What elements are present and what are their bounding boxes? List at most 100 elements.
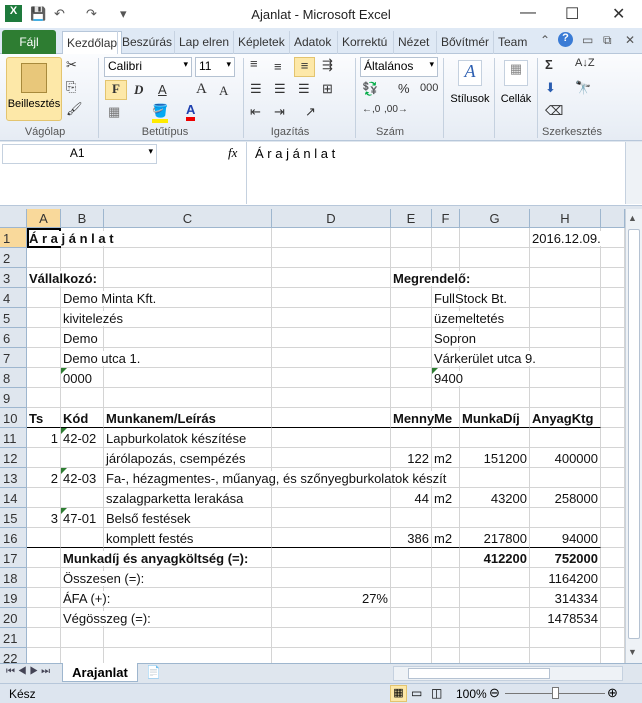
column-header-D[interactable]: D — [272, 209, 391, 228]
empty-cell[interactable] — [61, 628, 104, 648]
row-header[interactable]: 2 — [0, 248, 27, 268]
clear-icon[interactable]: ⌫ — [545, 103, 563, 119]
empty-cell[interactable] — [530, 428, 601, 448]
row-header[interactable]: 16 — [0, 528, 27, 548]
cell-H17[interactable]: 752000 — [530, 548, 601, 568]
empty-cell[interactable] — [27, 288, 61, 308]
page-break-view-icon[interactable]: ◫ — [431, 686, 442, 700]
grow-font-button[interactable]: A — [196, 81, 207, 98]
empty-cell[interactable] — [391, 388, 432, 408]
empty-cell[interactable] — [272, 348, 391, 368]
empty-cell[interactable] — [272, 228, 391, 248]
collapse-ribbon-icon[interactable]: ⌃ — [540, 33, 550, 47]
cell-E14[interactable]: 44 — [391, 488, 432, 508]
cell-E12[interactable]: 122 — [391, 448, 432, 468]
empty-cell[interactable] — [601, 368, 625, 388]
find-select-icon[interactable]: 🔭 — [575, 80, 591, 96]
cell-B19[interactable]: ÁFA (+): — [61, 588, 113, 608]
empty-cell[interactable] — [460, 228, 530, 248]
empty-cell[interactable] — [27, 548, 61, 568]
underline-button[interactable]: A — [158, 82, 167, 97]
vertical-scrollbar[interactable]: ▲ ▼ — [625, 209, 642, 663]
empty-cell[interactable] — [272, 528, 391, 548]
cell-C14[interactable]: szalagparketta lerakása — [104, 488, 272, 508]
empty-cell[interactable] — [391, 588, 432, 608]
empty-cell[interactable] — [432, 388, 460, 408]
sheet-nav-icons[interactable]: ⏮ ◀ ▶ ⏭ — [6, 666, 50, 677]
font-name-select[interactable]: Calibri ▾ — [104, 57, 192, 77]
column-header-F[interactable]: F — [432, 209, 460, 228]
empty-cell[interactable] — [104, 388, 272, 408]
empty-cell[interactable] — [530, 308, 601, 328]
cell-A10[interactable]: Ts — [27, 408, 61, 428]
sheet-tab-arajanlat[interactable]: Arajanlat — [62, 663, 138, 682]
page-layout-view-icon[interactable]: ▭ — [411, 686, 422, 700]
fill-icon[interactable]: ⬇ — [545, 80, 556, 96]
cell-B8[interactable]: 0000 — [61, 368, 104, 388]
empty-cell[interactable] — [460, 428, 530, 448]
cells-button[interactable]: ▦ Cellák — [496, 57, 536, 127]
empty-cell[interactable] — [391, 608, 432, 628]
empty-cell[interactable] — [61, 528, 104, 548]
empty-cell[interactable] — [601, 568, 625, 588]
empty-cell[interactable] — [104, 308, 272, 328]
cell-E10[interactable]: Menny — [391, 408, 437, 428]
tab-home[interactable]: Kezdőlap — [62, 31, 123, 54]
cell-B5[interactable]: kivitelezés — [61, 308, 125, 328]
row-header[interactable]: 13 — [0, 468, 27, 488]
column-header-A[interactable]: A — [27, 209, 61, 228]
row-header[interactable]: 12 — [0, 448, 27, 468]
cell-C12[interactable]: járólapozás, csempézés — [104, 448, 272, 468]
new-sheet-icon[interactable]: 📄 — [146, 665, 161, 679]
shrink-font-button[interactable]: A — [219, 83, 228, 99]
empty-cell[interactable] — [391, 508, 432, 528]
workbook-close-icon[interactable]: ✕ — [625, 33, 635, 47]
cell-H16[interactable]: 94000 — [530, 528, 601, 548]
format-painter-icon[interactable]: 🖌 — [66, 101, 83, 117]
font-size-select[interactable]: 11 ▾ — [195, 57, 235, 77]
cell-B13[interactable]: 42-03 — [61, 468, 104, 488]
decrease-indent-icon[interactable]: ⇤ — [250, 104, 261, 120]
empty-cell[interactable] — [601, 548, 625, 568]
empty-cell[interactable] — [272, 388, 391, 408]
cell-B18[interactable]: Összesen (=): — [61, 568, 147, 588]
empty-cell[interactable] — [104, 228, 272, 248]
empty-cell[interactable] — [61, 488, 104, 508]
empty-cell[interactable] — [432, 588, 460, 608]
styles-button[interactable]: A Stílusok — [448, 57, 492, 127]
empty-cell[interactable] — [27, 488, 61, 508]
italic-button[interactable]: D — [134, 82, 143, 98]
cell-B17[interactable]: Munkadíj és anyagköltség (=): — [61, 548, 251, 568]
empty-cell[interactable] — [391, 348, 432, 368]
cell-B7[interactable]: Demo utca 1. — [61, 348, 143, 368]
cell-F7[interactable]: Várkerület utca 9. — [432, 348, 538, 368]
empty-cell[interactable] — [530, 268, 601, 288]
zoom-out-icon[interactable]: ⊖ — [489, 685, 500, 701]
orientation-icon[interactable]: ↗ — [305, 104, 316, 120]
empty-cell[interactable] — [61, 448, 104, 468]
empty-cell[interactable] — [272, 288, 391, 308]
workbook-restore-icon[interactable]: ⧉ — [603, 33, 612, 48]
tab-insert[interactable]: Beszúrás — [117, 31, 176, 54]
cell-F12[interactable]: m2 — [432, 448, 460, 468]
empty-cell[interactable] — [391, 248, 432, 268]
cell-F6[interactable]: Sopron — [432, 328, 478, 348]
formula-input[interactable]: Á r a j á n l a t — [246, 142, 626, 204]
empty-cell[interactable] — [27, 628, 61, 648]
cell-B4[interactable]: Demo Minta Kft. — [61, 288, 159, 308]
horizontal-scroll-thumb[interactable] — [408, 668, 550, 679]
empty-cell[interactable] — [104, 588, 272, 608]
empty-cell[interactable] — [104, 248, 272, 268]
cut-icon[interactable]: ✂ — [66, 57, 77, 73]
cell-C15[interactable]: Belső festések — [104, 508, 272, 528]
tab-file[interactable]: Fájl — [2, 30, 56, 54]
row-header[interactable]: 6 — [0, 328, 27, 348]
horizontal-scrollbar[interactable] — [393, 666, 623, 681]
column-header-G[interactable]: G — [460, 209, 530, 228]
cell-G14[interactable]: 43200 — [460, 488, 530, 508]
align-right-icon[interactable]: ☰ — [298, 81, 310, 97]
empty-cell[interactable] — [601, 308, 625, 328]
empty-cell[interactable] — [601, 348, 625, 368]
cell-F4[interactable]: FullStock Bt. — [432, 288, 509, 308]
empty-cell[interactable] — [391, 288, 432, 308]
